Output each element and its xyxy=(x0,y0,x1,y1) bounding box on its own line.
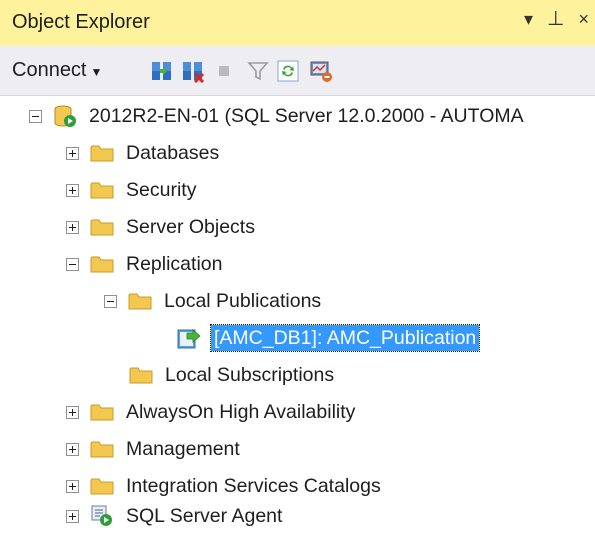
stop-icon[interactable] xyxy=(212,59,236,83)
collapse-icon[interactable] xyxy=(104,294,117,308)
tree-label-local-subscriptions: Local Subscriptions xyxy=(165,364,335,386)
connect-button[interactable]: Connect ▼ xyxy=(12,59,102,82)
tree-node-management[interactable]: Management xyxy=(66,431,242,467)
sql-agent-icon xyxy=(91,505,112,526)
tree-node-local-subscriptions[interactable]: Local Subscriptions xyxy=(104,357,336,393)
tree-node-server-objects[interactable]: Server Objects xyxy=(66,209,257,245)
collapse-icon[interactable] xyxy=(66,257,79,271)
tree-label-management: Management xyxy=(126,438,240,460)
tree-node-security[interactable]: Security xyxy=(66,172,198,208)
tree-label-local-publications: Local Publications xyxy=(164,290,322,312)
expand-icon[interactable] xyxy=(66,183,79,197)
tree-node-sql-agent[interactable]: SQL Server Agent xyxy=(66,498,284,534)
refresh-icon[interactable] xyxy=(276,59,300,83)
connect-label: Connect xyxy=(12,59,87,81)
tree-node-replication[interactable]: Replication xyxy=(66,246,224,282)
folder-icon xyxy=(90,478,114,495)
tree-label-alwayson: AlwaysOn High Availability xyxy=(126,401,356,423)
tree-label-publication: [AMC_DB1]: AMC_Publication xyxy=(209,324,481,352)
tree-label-sql-agent: SQL Server Agent xyxy=(126,505,283,527)
activity-monitor-icon[interactable] xyxy=(309,59,333,83)
object-explorer-tree: 2012R2-EN-01 (SQL Server 12.0.2000 - AUT… xyxy=(0,98,595,531)
close-icon[interactable]: × xyxy=(578,8,589,30)
connect-icon[interactable] xyxy=(150,59,174,83)
object-explorer-toolbar: Connect ▼ xyxy=(0,46,595,96)
tree-node-publication[interactable]: [AMC_DB1]: AMC_Publication xyxy=(177,320,481,356)
folder-icon xyxy=(90,441,114,458)
folder-icon xyxy=(90,404,114,421)
pin-icon[interactable]: ⊥ xyxy=(547,8,564,30)
filter-icon[interactable] xyxy=(246,59,270,83)
tree-label-replication: Replication xyxy=(126,253,223,275)
tree-label-databases: Databases xyxy=(126,142,220,164)
folder-icon xyxy=(90,145,114,162)
server-icon xyxy=(54,105,76,127)
tree-node-local-publications[interactable]: Local Publications xyxy=(104,283,323,319)
dropdown-icon[interactable]: ▾ xyxy=(524,8,533,30)
tree-node-databases[interactable]: Databases xyxy=(66,135,221,171)
collapse-icon[interactable] xyxy=(29,109,42,123)
folder-icon xyxy=(90,219,114,236)
tree-node-alwayson[interactable]: AlwaysOn High Availability xyxy=(66,394,357,430)
folder-icon xyxy=(128,293,152,310)
expand-icon[interactable] xyxy=(66,220,79,234)
expand-icon[interactable] xyxy=(66,405,79,419)
expand-icon[interactable] xyxy=(66,479,79,493)
title-controls: ▾ ⊥ × xyxy=(524,8,589,30)
server-label: 2012R2-EN-01 (SQL Server 12.0.2000 - AUT… xyxy=(89,105,524,127)
chevron-down-icon[interactable]: ▼ xyxy=(91,65,103,79)
tree-label-integration-services: Integration Services Catalogs xyxy=(126,475,381,497)
folder-icon xyxy=(129,367,153,384)
expand-icon[interactable] xyxy=(66,442,79,456)
folder-icon xyxy=(90,256,114,273)
tree-label-server-objects: Server Objects xyxy=(126,216,255,238)
expand-icon[interactable] xyxy=(66,509,79,523)
tree-node-server[interactable]: 2012R2-EN-01 (SQL Server 12.0.2000 - AUT… xyxy=(29,98,526,134)
tree-label-security: Security xyxy=(126,179,197,201)
folder-icon xyxy=(90,182,114,199)
panel-title: Object Explorer xyxy=(12,11,150,33)
expand-icon[interactable] xyxy=(66,146,79,160)
disconnect-icon[interactable] xyxy=(181,59,205,83)
object-explorer-titlebar: Object Explorer ▾ ⊥ × xyxy=(0,0,595,46)
publication-icon xyxy=(177,329,201,349)
